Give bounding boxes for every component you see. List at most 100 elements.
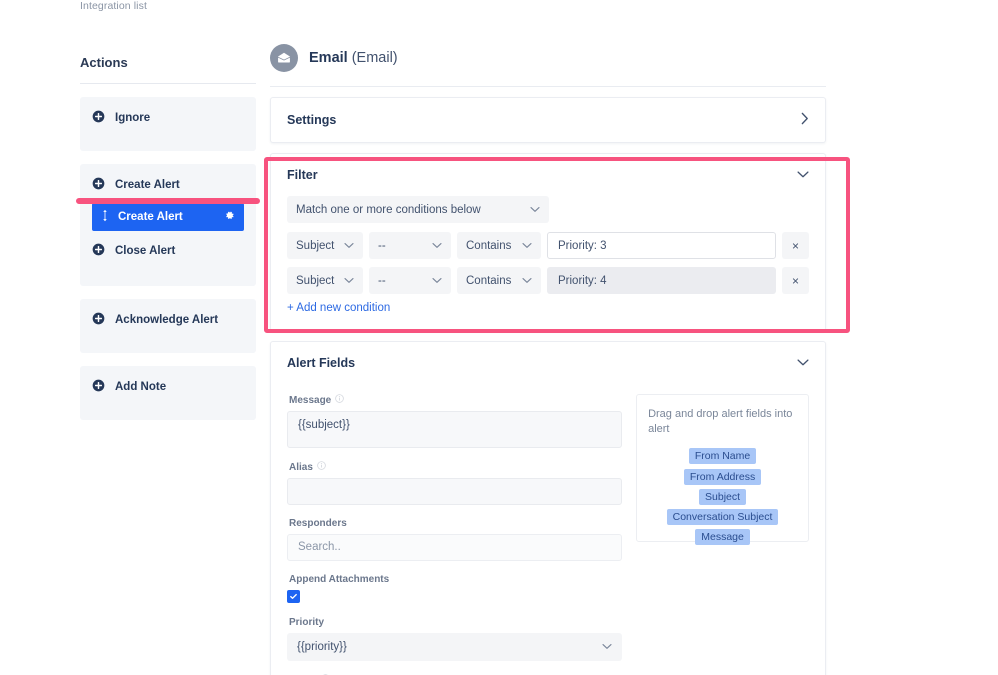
remove-condition-button[interactable]: × xyxy=(782,267,809,294)
action-row-ignore[interactable]: Ignore xyxy=(92,110,244,126)
integration-title: Email (Email) xyxy=(309,50,398,66)
responders-placeholder: Search.. xyxy=(298,541,341,553)
chevron-down-icon[interactable] xyxy=(424,240,442,252)
drag-drop-fields-panel: Drag and drop alert fields into alert Fr… xyxy=(636,394,809,545)
alert-fields-title: Alert Fields xyxy=(287,356,356,370)
responders-label-text: Responders xyxy=(289,518,347,529)
action-card-add-note[interactable]: Add Note xyxy=(80,366,256,420)
action-label: Close Alert xyxy=(115,245,176,257)
breadcrumb[interactable]: Integration list xyxy=(80,0,147,12)
settings-card-header[interactable]: Settings xyxy=(271,98,825,142)
filter-card: Filter Match one or more conditions belo… xyxy=(270,153,826,331)
condition-modifier-select[interactable]: -- xyxy=(369,232,451,259)
action-row-acknowledge-alert[interactable]: Acknowledge Alert xyxy=(92,312,244,328)
email-envelope-icon xyxy=(270,44,298,72)
alert-fields-card: Alert Fields Message {{subject}} Alias R… xyxy=(270,341,826,675)
action-group-add-note: Add Note xyxy=(80,366,256,420)
sidebar-title: Actions xyxy=(80,55,256,84)
message-label-text: Message xyxy=(289,394,332,406)
plus-circle-icon xyxy=(92,177,105,193)
drag-drop-tag-list: From Name From Address Subject Conversat… xyxy=(648,447,797,545)
chevron-down-icon[interactable] xyxy=(522,204,540,216)
condition-value-input[interactable]: Priority: 3 xyxy=(547,232,776,259)
chevron-down-icon[interactable] xyxy=(602,641,612,653)
drag-drop-hint: Drag and drop alert fields into alert xyxy=(648,408,793,435)
tag-row: From Name From Address xyxy=(648,447,797,485)
condition-field-select[interactable]: Subject xyxy=(287,267,363,294)
app-page: Integration list Actions Ignore Create A… xyxy=(0,0,998,675)
field-tag-subject[interactable]: Subject xyxy=(699,488,747,505)
priority-label-text: Priority xyxy=(289,617,325,628)
gear-icon[interactable] xyxy=(224,210,235,224)
field-tag-from-address[interactable]: From Address xyxy=(683,468,762,485)
sub-action-create-alert-selected[interactable]: Create Alert xyxy=(92,203,244,231)
condition-modifier-value: -- xyxy=(378,239,386,252)
priority-value: {{priority}} xyxy=(297,641,347,653)
actions-sidebar: Actions Ignore Create Alert Create Alert… xyxy=(76,55,260,431)
match-condition-select[interactable]: Match one or more conditions below xyxy=(287,196,549,223)
drag-vertical-icon[interactable] xyxy=(101,209,109,225)
priority-select[interactable]: {{priority}} xyxy=(287,633,623,661)
filter-condition-row: Subject -- Contains Priority: 4 × xyxy=(287,267,809,294)
filter-card-body: Match one or more conditions below Subje… xyxy=(271,196,825,330)
settings-card[interactable]: Settings xyxy=(270,97,826,143)
integration-detail-panel: Email (Email) Settings Filter Match one … xyxy=(264,44,850,675)
chevron-down-icon[interactable] xyxy=(336,275,354,287)
plus-circle-icon xyxy=(92,379,105,395)
chevron-down-icon[interactable] xyxy=(797,356,809,370)
chevron-down-icon[interactable] xyxy=(797,168,809,182)
alias-input[interactable] xyxy=(287,478,623,505)
action-row-create-alert[interactable]: Create Alert xyxy=(92,177,244,193)
info-icon[interactable] xyxy=(317,461,326,473)
condition-operator-select[interactable]: Contains xyxy=(457,267,541,294)
action-card-create-alert[interactable]: Create Alert Create Alert Close Alert xyxy=(76,164,260,286)
filter-card-wrapper: Filter Match one or more conditions belo… xyxy=(264,153,850,333)
remove-condition-button[interactable]: × xyxy=(782,232,809,259)
append-attachments-label-text: Append Attachments xyxy=(289,574,390,585)
chevron-right-icon[interactable] xyxy=(800,112,809,128)
tag-row: Conversation Subject xyxy=(666,508,779,525)
plus-circle-icon xyxy=(92,110,105,126)
action-row-add-note[interactable]: Add Note xyxy=(92,379,244,395)
alias-label-text: Alias xyxy=(289,461,313,473)
sub-action-label: Create Alert xyxy=(118,211,183,223)
action-row-close-alert[interactable]: Close Alert xyxy=(92,243,244,259)
alert-fields-card-header[interactable]: Alert Fields xyxy=(271,342,825,384)
field-tag-from-name[interactable]: From Name xyxy=(688,447,757,464)
condition-value-input[interactable]: Priority: 4 xyxy=(547,267,776,294)
alert-fields-form: Message {{subject}} Alias Responders Sea… xyxy=(287,394,623,675)
add-new-condition-link[interactable]: + Add new condition xyxy=(287,302,809,314)
message-textarea[interactable]: {{subject}} xyxy=(287,411,623,448)
responders-field-label: Responders xyxy=(289,518,622,529)
action-card-acknowledge-alert[interactable]: Acknowledge Alert xyxy=(80,299,256,353)
close-icon: × xyxy=(791,238,799,253)
action-card-ignore[interactable]: Ignore xyxy=(80,97,256,151)
info-icon[interactable] xyxy=(335,394,345,406)
chevron-down-icon[interactable] xyxy=(514,275,532,287)
tag-row: Subject xyxy=(699,488,747,505)
field-tag-conversation-subject[interactable]: Conversation Subject xyxy=(666,508,779,525)
filter-card-header[interactable]: Filter xyxy=(271,154,825,196)
chevron-down-icon[interactable] xyxy=(514,240,532,252)
action-label: Create Alert xyxy=(115,179,180,191)
responders-search-input[interactable]: Search.. xyxy=(287,534,623,561)
chevron-down-icon[interactable] xyxy=(424,275,442,287)
filter-condition-row: Subject -- Contains Priority: 3 × xyxy=(287,232,809,259)
condition-field-select[interactable]: Subject xyxy=(287,232,363,259)
condition-operator-value: Contains xyxy=(466,239,512,252)
condition-operator-select[interactable]: Contains xyxy=(457,232,541,259)
condition-field-value: Subject xyxy=(296,274,335,287)
condition-modifier-select[interactable]: -- xyxy=(369,267,451,294)
condition-modifier-value: -- xyxy=(378,274,386,287)
chevron-down-icon[interactable] xyxy=(336,240,354,252)
append-attachments-checkbox[interactable] xyxy=(287,590,300,603)
message-field-label: Message xyxy=(289,394,622,406)
field-tag-message[interactable]: Message xyxy=(695,528,750,545)
append-attachments-label: Append Attachments xyxy=(289,574,622,585)
priority-field-label: Priority xyxy=(289,617,622,628)
action-label: Add Note xyxy=(115,381,167,393)
message-value: {{subject}} xyxy=(298,419,350,431)
integration-name: Email xyxy=(309,50,348,66)
action-label: Ignore xyxy=(115,112,151,124)
alias-field-label: Alias xyxy=(289,461,622,473)
